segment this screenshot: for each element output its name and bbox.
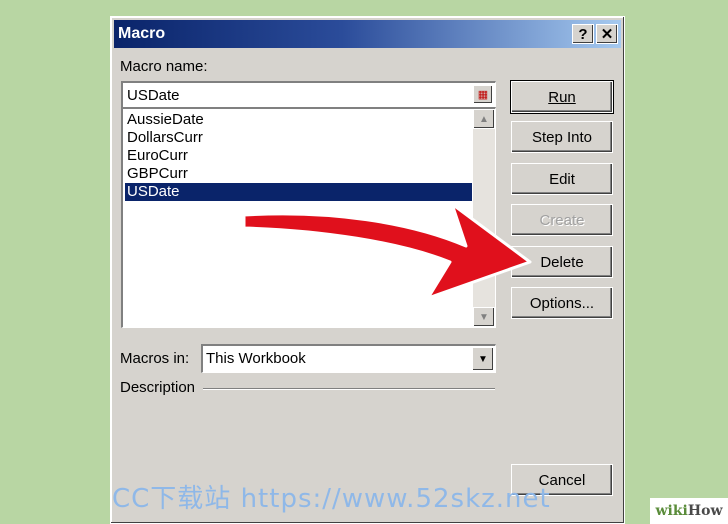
edit-button[interactable]: Edit <box>511 163 613 195</box>
description-label: Description <box>120 379 196 396</box>
brand-how: How <box>687 503 723 519</box>
close-icon: ✕ <box>600 26 614 43</box>
macro-dialog: Macro ? ✕ Macro name: ▦ AussieDate Dolla… <box>110 16 625 524</box>
close-button[interactable]: ✕ <box>596 24 618 44</box>
delete-button-label: Delete <box>540 253 584 271</box>
macro-name-label: Macro name: <box>120 58 208 75</box>
macros-in-select[interactable]: This Workbook ▼ <box>201 344 496 373</box>
list-item[interactable]: GBPCurr <box>125 165 472 183</box>
list-scrollbar[interactable]: ▲ ▼ <box>473 109 495 327</box>
macros-in-value: This Workbook <box>206 350 306 367</box>
list-item-selected[interactable]: USDate <box>125 183 472 201</box>
scroll-down-icon[interactable]: ▼ <box>473 307 495 327</box>
collapse-dialog-icon[interactable]: ▦ <box>473 85 493 104</box>
macro-name-field[interactable]: ▦ <box>121 81 496 108</box>
wikihow-logo: wiki How <box>650 498 728 524</box>
create-button[interactable]: Create <box>511 204 613 236</box>
dropdown-arrow-icon[interactable]: ▼ <box>472 347 494 371</box>
edit-button-label: Edit <box>549 170 575 188</box>
run-button[interactable]: Run <box>510 80 614 114</box>
list-item[interactable]: AussieDate <box>125 111 472 129</box>
run-button-label: Run <box>548 88 576 106</box>
list-item[interactable]: EuroCurr <box>125 147 472 165</box>
macro-name-input[interactable] <box>125 84 469 106</box>
dialog-title: Macro <box>118 25 166 42</box>
description-divider <box>203 388 495 390</box>
brand-wiki: wiki <box>655 503 688 519</box>
watermark-text: CC下载站 https://www.52skz.net <box>112 484 551 514</box>
options-button-label: Options... <box>529 294 595 312</box>
macro-list[interactable]: AussieDate DollarsCurr EuroCurr GBPCurr … <box>121 107 496 328</box>
list-item[interactable]: DollarsCurr <box>125 129 472 147</box>
step-into-button-label: Step Into <box>531 128 593 146</box>
title-bar: Macro ? ✕ <box>114 20 621 48</box>
options-button[interactable]: Options... <box>511 287 613 319</box>
delete-button[interactable]: Delete <box>511 246 613 278</box>
scroll-up-icon[interactable]: ▲ <box>473 109 495 129</box>
step-into-button[interactable]: Step Into <box>511 121 613 153</box>
create-button-label: Create <box>539 211 585 229</box>
help-icon: ? <box>578 25 588 43</box>
help-button[interactable]: ? <box>572 24 594 44</box>
macros-in-label: Macros in: <box>120 350 190 367</box>
